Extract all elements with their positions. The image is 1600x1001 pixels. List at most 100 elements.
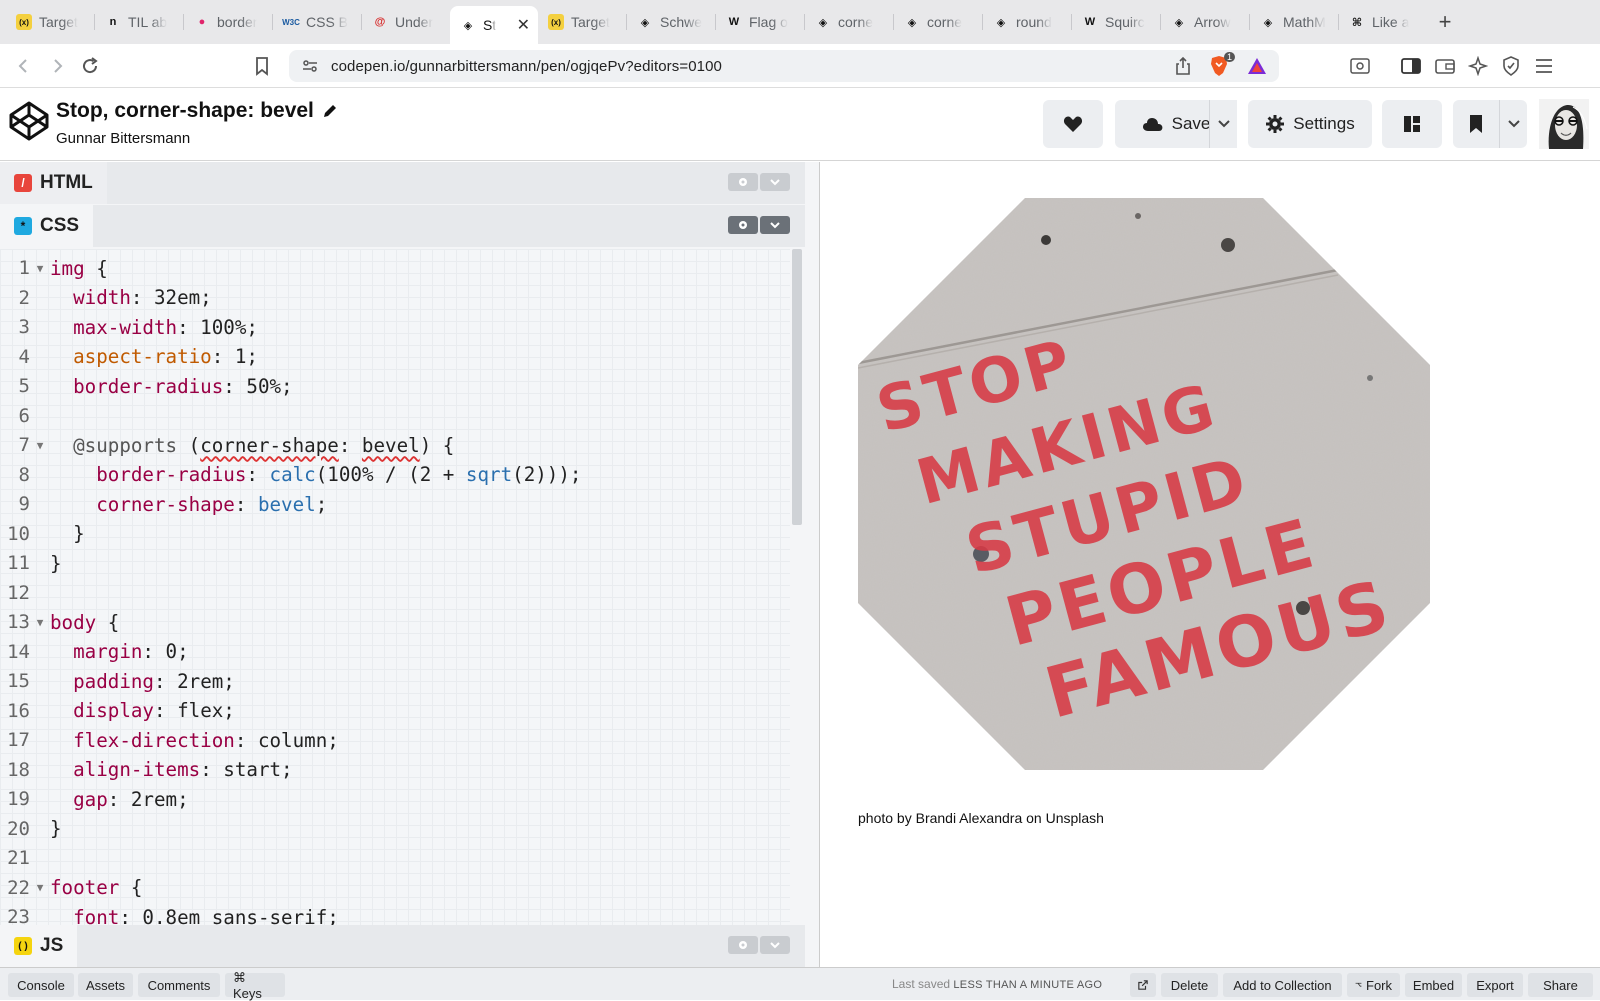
bookmark-options-button[interactable] [1499,100,1527,148]
menu-icon[interactable] [1531,54,1557,78]
code-line[interactable]: 12 [0,578,790,608]
css-asterisk-icon: * [14,217,32,235]
share-button[interactable]: Share [1528,973,1593,997]
pen-title[interactable]: Stop, corner-shape: bevel [56,99,338,123]
change-view-button[interactable] [1382,100,1442,148]
code-line[interactable]: 10 } [0,519,790,549]
vpn-shield-icon[interactable] [1498,54,1524,78]
browser-tab[interactable]: W Squirc [1072,5,1160,39]
code-line[interactable]: 9 corner-shape: bevel; [0,489,790,519]
code-line[interactable]: 18 align-items: start; [0,755,790,785]
keys-button[interactable]: ⌘ Keys [225,970,285,1001]
bookmark-button[interactable] [1453,100,1499,148]
new-tab-button[interactable]: + [1427,5,1463,39]
url-text[interactable]: codepen.io/gunnarbittersmann/pen/ogjqePv… [331,58,722,75]
code-line[interactable]: 2 width: 32em; [0,283,790,313]
browser-tab[interactable]: ◈ round [983,5,1071,39]
js-settings-button[interactable] [728,936,758,954]
code-line[interactable]: 14 margin: 0; [0,637,790,667]
codepen-logo-icon[interactable] [8,100,50,142]
open-external-button[interactable] [1130,973,1156,997]
code-line[interactable]: 20} [0,814,790,844]
forward-icon[interactable] [45,54,69,78]
reload-icon[interactable] [78,54,102,78]
browser-tab[interactable]: n TIL ab [95,5,183,39]
browser-tab[interactable]: ● border [184,5,272,39]
browser-tab[interactable]: ◈ Schwe [627,5,715,39]
fold-toggle-icon[interactable]: ▼ [30,262,50,275]
browser-tab[interactable]: @ Under [362,5,450,39]
code-line[interactable]: 17 flex-direction: column; [0,725,790,755]
html-collapse-button[interactable] [760,173,790,191]
back-icon[interactable] [12,54,36,78]
browser-tab[interactable]: ⌘ Like a [1339,5,1427,39]
reader-mode-icon[interactable] [1347,54,1373,78]
browser-tab[interactable]: (x) Target [6,5,94,39]
export-button[interactable]: Export [1467,973,1523,997]
browser-tab[interactable]: W3C CSS B [273,5,361,39]
assets-button[interactable]: Assets [78,973,133,997]
browser-tab[interactable]: ◈ corne [805,5,893,39]
css-pane-tab[interactable]: * CSS [0,205,94,247]
css-collapse-button[interactable] [760,216,790,234]
close-tab-icon[interactable]: ✕ [517,15,530,35]
code-line[interactable]: 23 font: 0.8em sans-serif; [0,902,790,926]
delete-button[interactable]: Delete [1161,973,1218,997]
css-code-editor[interactable]: 1 ▼ img {2 width: 32em; 3 max-width: 100%; 4… [0,249,790,925]
user-avatar[interactable] [1539,99,1589,149]
site-settings-icon[interactable] [301,57,319,75]
browser-tab[interactable]: ◈ Arrow [1161,5,1249,39]
fork-button[interactable]: Fork [1347,973,1400,997]
notion-icon: n [109,16,117,28]
code-line[interactable]: 19 gap: 2rem; [0,784,790,814]
share-icon[interactable] [1175,56,1191,81]
code-line[interactable]: 3 max-width: 100%; [0,312,790,342]
css-pane-header[interactable]: * CSS [0,205,805,247]
edit-pencil-icon[interactable] [322,103,338,119]
html-pane-tab[interactable]: / HTML [0,162,107,204]
code-line[interactable]: 5 border-radius: 50%; [0,371,790,401]
leo-ai-icon[interactable] [1465,54,1491,78]
code-line[interactable]: 8 border-radius: calc(100% / (2 + sqrt(2… [0,460,790,490]
fold-toggle-icon[interactable]: ▼ [30,439,50,452]
js-pane-tab[interactable]: ( ) JS [0,925,78,967]
html-settings-button[interactable] [728,173,758,191]
browser-tab[interactable]: W Flag o [716,5,804,39]
fold-toggle-icon[interactable]: ▼ [30,881,50,894]
browser-tab[interactable]: ◈ corne [894,5,982,39]
code-line[interactable]: 13 ▼ body { [0,607,790,637]
css-editor-scrollbar[interactable] [792,249,802,525]
embed-button[interactable]: Embed [1405,973,1462,997]
code-line[interactable]: 4 aspect-ratio: 1; [0,342,790,372]
code-line[interactable]: 7 ▼ @supports (corner-shape: bevel) { [0,430,790,460]
address-bar[interactable]: codepen.io/gunnarbittersmann/pen/ogjqePv… [289,50,1279,82]
love-button[interactable] [1043,100,1103,148]
browser-tab[interactable]: (x) Target [538,5,626,39]
code-line[interactable]: 21 [0,843,790,873]
settings-button[interactable]: Settings [1248,100,1372,148]
console-button[interactable]: Console [8,973,74,997]
add-to-collection-button[interactable]: Add to Collection [1223,973,1342,997]
code-line[interactable]: 15 padding: 2rem; [0,666,790,696]
js-pane-header[interactable]: ( ) JS [0,925,805,967]
bookmark-page-icon[interactable] [250,54,274,78]
code-line[interactable]: 1 ▼ img { [0,253,790,283]
pen-author[interactable]: Gunnar Bittersmann [56,130,190,147]
code-line[interactable]: 16 display: flex; [0,696,790,726]
browser-tab[interactable]: ◈ St ✕ [450,6,538,44]
wallet-icon[interactable] [1432,54,1458,78]
css-settings-button[interactable] [728,216,758,234]
code-line[interactable]: 6 [0,401,790,431]
code-line[interactable]: 22 ▼ footer { [0,873,790,903]
sidebar-icon[interactable] [1398,54,1424,78]
browser-tab[interactable]: ◈ MathM [1250,5,1338,39]
brave-rewards-icon[interactable] [1247,57,1267,75]
chevron-down-icon [770,942,780,949]
fold-toggle-icon[interactable]: ▼ [30,616,50,629]
html-pane-header[interactable]: / HTML [0,162,805,204]
save-options-button[interactable] [1209,100,1237,148]
comments-button[interactable]: Comments [138,973,220,997]
code-line[interactable]: 11} [0,548,790,578]
pen-title-text[interactable]: Stop, corner-shape: bevel [56,99,314,123]
js-collapse-button[interactable] [760,936,790,954]
